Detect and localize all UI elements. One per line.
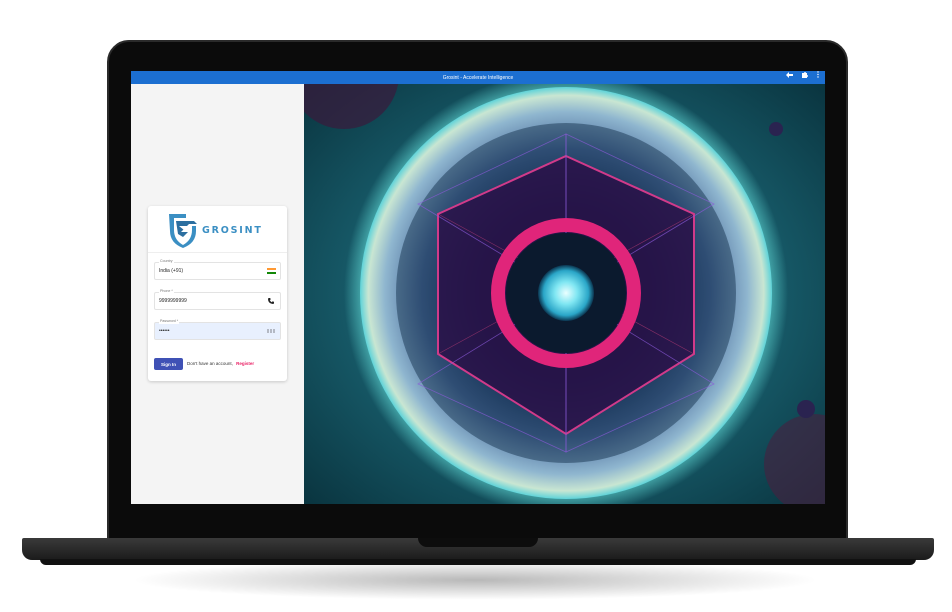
- eagle-shield-icon: [169, 214, 197, 248]
- register-link[interactable]: Register: [236, 361, 254, 366]
- laptop-notch: [418, 538, 538, 547]
- brand-name: GROSINT: [202, 224, 263, 236]
- puzzle-icon[interactable]: [802, 71, 808, 84]
- card-divider: [148, 252, 287, 253]
- phone-label: Phone *: [159, 289, 174, 294]
- laptop-base-lip: [40, 559, 916, 565]
- password-manager-icon[interactable]: [266, 326, 276, 336]
- password-input[interactable]: ••••••: [159, 328, 259, 334]
- login-card: GROSINT Country India (+91) Phone * Pass…: [148, 206, 287, 381]
- brand-logo: GROSINT: [166, 212, 263, 248]
- password-field[interactable]: Password * ••••••: [154, 319, 281, 340]
- sign-in-button[interactable]: Sign In: [154, 358, 183, 370]
- password-label: Password *: [159, 319, 180, 324]
- orb-illustration: [304, 84, 825, 504]
- country-label: Country: [159, 259, 174, 264]
- laptop-shadow: [130, 560, 820, 600]
- kebab-menu-icon[interactable]: [817, 71, 819, 84]
- window-title: Grosint - Accelerate Intelligence: [442, 74, 514, 81]
- window-titlebar: Grosint - Accelerate Intelligence: [131, 71, 825, 84]
- app-screen: Grosint - Accelerate Intelligence GROSIN…: [131, 71, 825, 504]
- login-panel: GROSINT Country India (+91) Phone * Pass…: [131, 84, 303, 504]
- titlebar-actions: [786, 71, 819, 84]
- india-flag-icon: [266, 266, 276, 276]
- hero-artwork: [304, 84, 825, 504]
- phone-field[interactable]: Phone *: [154, 289, 281, 310]
- country-value: India (+91): [159, 268, 184, 274]
- phone-input[interactable]: [159, 298, 259, 304]
- country-select[interactable]: Country India (+91): [154, 259, 281, 280]
- no-account-text: Don't have an account,: [187, 361, 233, 366]
- back-arrow-icon[interactable]: [786, 71, 793, 84]
- register-prompt: Don't have an account, Register: [187, 361, 254, 366]
- phone-icon: [266, 296, 276, 306]
